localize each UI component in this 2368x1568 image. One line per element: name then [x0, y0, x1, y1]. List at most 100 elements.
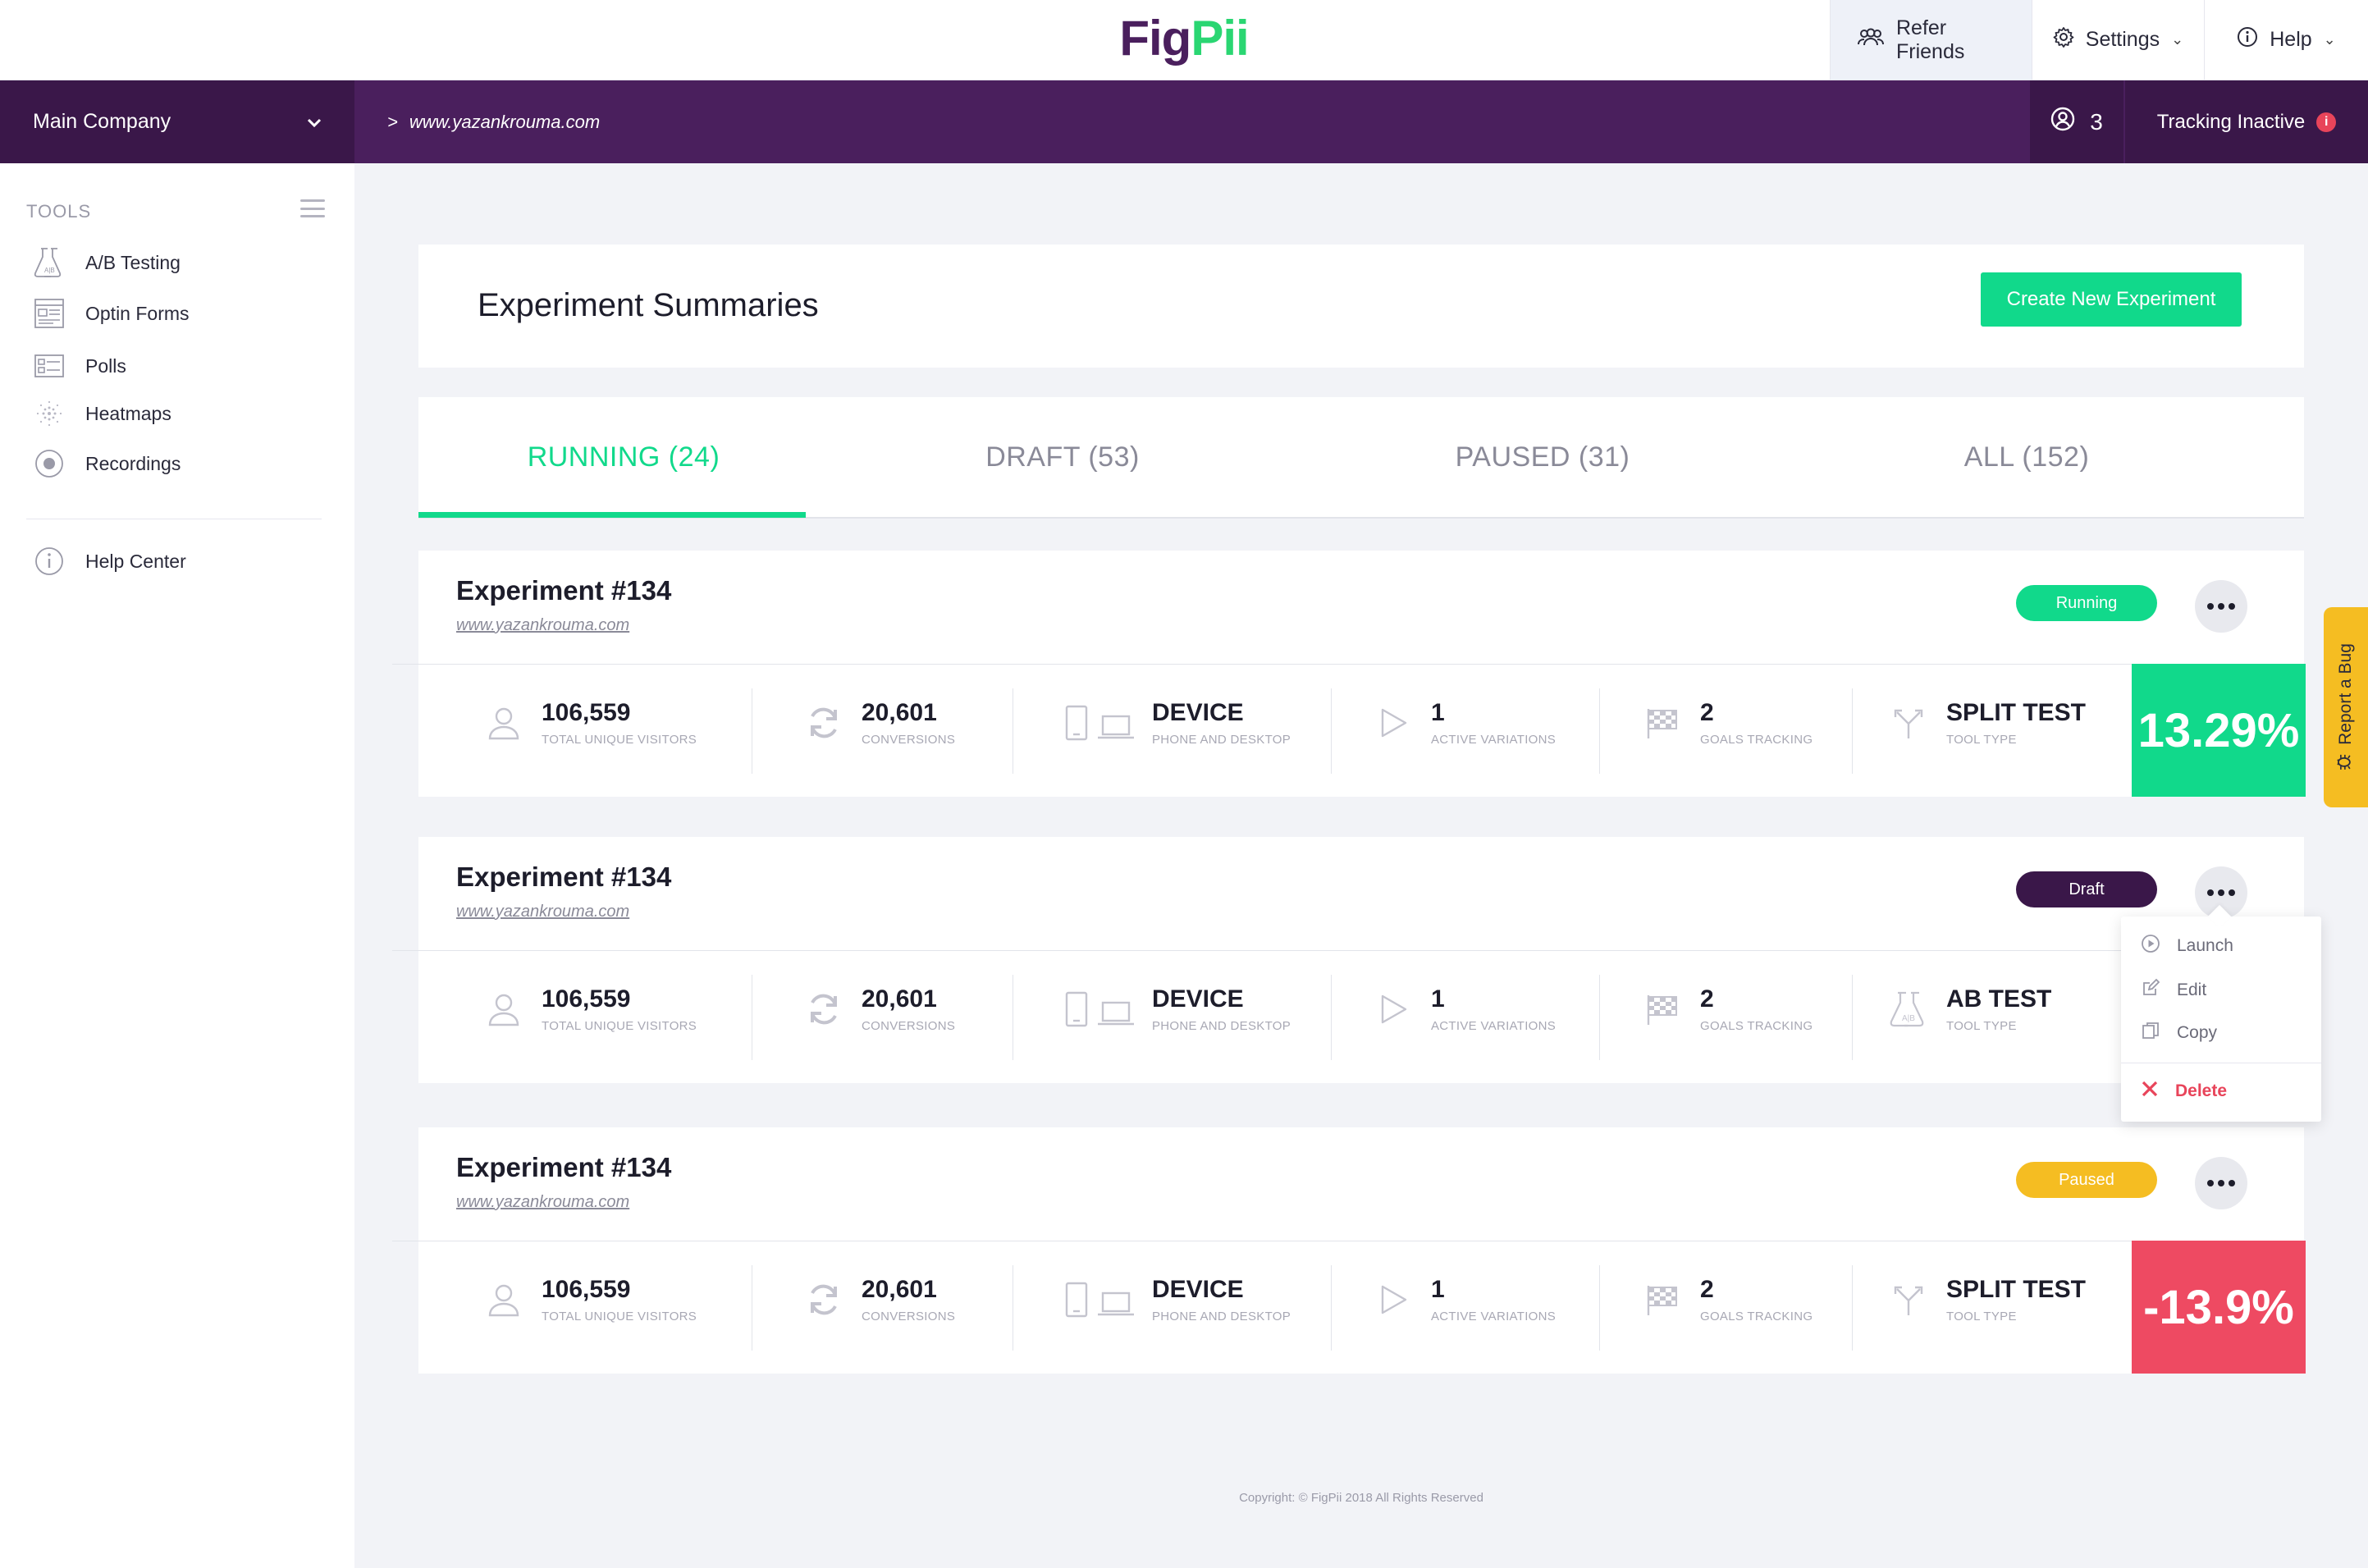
metric-label: ACTIVE VARIATIONS: [1431, 1309, 1557, 1323]
menu-item-label: Launch: [2177, 936, 2233, 955]
top-nav: Refer Friends Settings ⌄ Help ⌄: [1830, 0, 2368, 80]
breadcrumb-separator: >: [387, 111, 398, 132]
sidebar-item-help-center[interactable]: Help Center: [33, 543, 186, 579]
sidebar-item-heatmaps[interactable]: Heatmaps: [33, 395, 171, 432]
status-badge: Paused: [2016, 1162, 2157, 1198]
alert-icon: i: [2316, 112, 2337, 132]
experiment-url[interactable]: www.yazankrouma.com: [456, 616, 629, 635]
svg-text:A|B: A|B: [44, 267, 55, 274]
tools-heading: TOOLS: [26, 201, 92, 222]
metric-variations: 1 ACTIVE VARIATIONS: [1370, 1259, 1556, 1341]
metric-label: TOTAL UNIQUE VISITORS: [542, 1018, 697, 1033]
metric-divider: [1599, 1265, 1600, 1351]
sidebar-item-label: A/B Testing: [85, 251, 181, 273]
active-users-indicator[interactable]: 3: [2030, 80, 2123, 163]
experiment-card: Experiment #134 www.yazankrouma.com Runn…: [392, 551, 2306, 797]
status-tabs: RUNNING (24) DRAFT (53) PAUSED (31) ALL …: [418, 397, 2304, 519]
metric-label: PHONE AND DESKTOP: [1152, 732, 1291, 747]
more-options-button[interactable]: [2195, 580, 2247, 633]
experiment-name[interactable]: Experiment #134: [456, 1152, 671, 1183]
menu-item-copy[interactable]: Copy: [2141, 1017, 2217, 1049]
metric-value: 2: [1700, 1275, 1714, 1303]
devices-icon: [1063, 986, 1137, 1032]
user-icon: [481, 1277, 527, 1323]
experiment-card: Experiment #134 www.yazankrouma.com Paus…: [392, 1127, 2306, 1374]
metric-divider: [1331, 688, 1332, 774]
menu-item-launch[interactable]: Launch: [2141, 930, 2233, 962]
users-group-icon: [1857, 27, 1885, 53]
status-badge: Running: [2016, 585, 2157, 621]
experiment-url[interactable]: www.yazankrouma.com: [456, 1193, 629, 1212]
copyright-footer: Copyright: © FigPii 2018 All Rights Rese…: [1239, 1491, 1483, 1505]
metric-label: PHONE AND DESKTOP: [1152, 1309, 1291, 1323]
tracking-status-label: Tracking Inactive: [2156, 110, 2306, 133]
active-tab-indicator: [418, 512, 806, 518]
experiment-url[interactable]: www.yazankrouma.com: [456, 903, 629, 921]
metric-goals: 2 GOALS TRACKING: [1639, 1259, 1813, 1341]
experiment-card: Experiment #134 www.yazankrouma.com Draf…: [392, 837, 2304, 1083]
card-divider: [392, 950, 2304, 951]
tracking-status[interactable]: Tracking Inactive i: [2125, 80, 2368, 163]
metric-label: GOALS TRACKING: [1700, 1309, 1813, 1323]
split-arrow-icon: [1886, 700, 1931, 746]
report-bug-label: Report a Bug: [2336, 643, 2355, 745]
sidebar-item-polls[interactable]: Polls: [33, 348, 126, 384]
breadcrumb-url: www.yazankrouma.com: [409, 111, 601, 132]
flask-icon: A|B: [33, 246, 66, 279]
menu-item-label: Copy: [2177, 1023, 2218, 1042]
tab-running[interactable]: RUNNING (24): [418, 397, 829, 517]
settings-menu[interactable]: Settings ⌄: [2032, 0, 2204, 80]
more-options-button[interactable]: [2195, 1157, 2247, 1209]
experiment-name[interactable]: Experiment #134: [456, 575, 671, 606]
checkered-flag-icon: [1639, 986, 1685, 1032]
conversion-change: 13.29%: [2132, 664, 2306, 797]
tab-all[interactable]: ALL (152): [1789, 397, 2265, 517]
metric-label: ACTIVE VARIATIONS: [1431, 1018, 1557, 1033]
metric-value: 106,559: [542, 698, 631, 726]
report-bug-button[interactable]: Report a Bug: [2324, 607, 2368, 807]
play-icon: [1370, 986, 1416, 1032]
metric-tool-type: SPLIT TEST TOOL TYPE: [1886, 682, 2086, 764]
menu-icon[interactable]: [300, 199, 325, 217]
metric-label: TOTAL UNIQUE VISITORS: [542, 1309, 697, 1323]
metric-value: 106,559: [542, 1275, 631, 1303]
metric-divider: [1852, 975, 1853, 1060]
menu-item-delete[interactable]: Delete: [2141, 1075, 2227, 1108]
metric-divider: [1852, 688, 1853, 774]
breadcrumb[interactable]: > www.yazankrouma.com: [387, 80, 600, 163]
metric-label: CONVERSIONS: [862, 1018, 956, 1033]
metric-divider: [1852, 1265, 1853, 1351]
metric-divider: [1331, 1265, 1332, 1351]
top-bar: FigPii Refer Friends Settings ⌄ Help ⌄: [0, 0, 2368, 80]
chevron-down-icon: [307, 110, 322, 134]
metric-value: 2: [1700, 698, 1714, 726]
checkered-flag-icon: [1639, 1277, 1685, 1323]
tab-paused[interactable]: PAUSED (31): [1296, 397, 1789, 517]
sidebar: TOOLS A|B A/B Testing Optin Forms Polls …: [0, 163, 354, 1568]
metric-device: DEVICE PHONE AND DESKTOP: [1063, 968, 1291, 1050]
play-icon: [1370, 1277, 1416, 1323]
sidebar-item-label: Recordings: [85, 452, 181, 474]
metric-value: DEVICE: [1152, 698, 1244, 726]
metric-value: SPLIT TEST: [1946, 698, 2087, 726]
menu-item-edit[interactable]: Edit: [2141, 974, 2206, 1007]
experiment-name[interactable]: Experiment #134: [456, 862, 671, 893]
info-icon: [2237, 26, 2258, 53]
copy-icon: [2141, 1021, 2160, 1045]
sidebar-item-ab-testing[interactable]: A|B A/B Testing: [33, 245, 181, 281]
company-selector[interactable]: Main Company: [0, 80, 354, 163]
create-experiment-button[interactable]: Create New Experiment: [1981, 272, 2242, 327]
context-bar: Main Company > www.yazankrouma.com 3 Tra…: [0, 80, 2368, 163]
sidebar-item-recordings[interactable]: Recordings: [33, 446, 181, 482]
metric-value: 1: [1431, 985, 1445, 1013]
sidebar-item-optin-forms[interactable]: Optin Forms: [33, 295, 190, 331]
conversion-change: -13.9%: [2132, 1241, 2306, 1374]
metric-label: ACTIVE VARIATIONS: [1431, 732, 1557, 747]
sidebar-item-label: Help Center: [85, 550, 186, 572]
help-menu[interactable]: Help ⌄: [2204, 0, 2368, 80]
metric-value: 20,601: [862, 698, 937, 726]
refresh-icon: [801, 1277, 847, 1323]
tab-draft[interactable]: DRAFT (53): [829, 397, 1296, 517]
svg-text:A|B: A|B: [1902, 1014, 1915, 1023]
refer-friends-button[interactable]: Refer Friends: [1830, 0, 2032, 80]
